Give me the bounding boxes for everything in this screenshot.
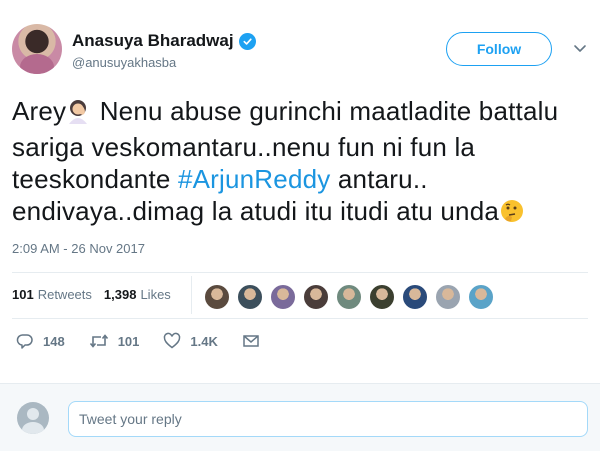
retweet-count: 101	[117, 333, 140, 349]
divider	[12, 272, 588, 273]
follow-button[interactable]: Follow	[446, 32, 552, 66]
reply-bar	[0, 383, 600, 451]
action-bar: 148 101 1.4K	[16, 332, 293, 350]
like-action[interactable]: 1.4K	[163, 332, 218, 350]
chevron-down-icon[interactable]	[572, 40, 588, 56]
reply-input[interactable]	[68, 401, 588, 437]
likes-label[interactable]: Likes	[140, 287, 170, 302]
retweets-label[interactable]: Retweets	[38, 287, 92, 302]
retweets-count[interactable]: 101	[12, 287, 34, 302]
retweet-action[interactable]: 101	[89, 332, 140, 350]
liker-avatar[interactable]	[435, 284, 461, 310]
thinking-face-emoji	[499, 198, 525, 231]
reply-count: 148	[43, 333, 65, 349]
name-row: Anasuya Bharadwaj	[72, 31, 256, 51]
reply-action[interactable]: 148	[16, 332, 65, 350]
liker-avatar[interactable]	[369, 284, 395, 310]
display-name[interactable]: Anasuya Bharadwaj	[72, 31, 234, 51]
retweet-icon	[89, 334, 108, 348]
liker-avatar[interactable]	[468, 284, 494, 310]
heart-icon	[164, 332, 181, 349]
tweet-card: Anasuya Bharadwaj @anusuyakhasba Follow …	[0, 0, 600, 451]
liker-avatar[interactable]	[270, 284, 296, 310]
liker-avatar[interactable]	[237, 284, 263, 310]
like-count: 1.4K	[190, 333, 218, 349]
liker-avatar[interactable]	[402, 284, 428, 310]
user-avatar[interactable]	[12, 24, 62, 74]
hashtag-link[interactable]: #ArjunReddy	[178, 164, 331, 194]
liker-avatar[interactable]	[303, 284, 329, 310]
tweet-text-part: Arey	[12, 96, 67, 126]
current-user-avatar	[17, 402, 49, 434]
engagement-stats: 101 Retweets 1,398 Likes	[12, 287, 183, 302]
direct-message-action[interactable]	[242, 333, 269, 349]
envelope-icon	[243, 335, 259, 347]
liker-avatar[interactable]	[204, 284, 230, 310]
reply-icon	[16, 334, 33, 349]
likes-count[interactable]: 1,398	[104, 287, 137, 302]
tweet-timestamp[interactable]: 2:09 AM - 26 Nov 2017	[12, 241, 145, 256]
divider	[12, 318, 588, 319]
stats-separator	[191, 276, 192, 314]
user-handle[interactable]: @anusuyakhasba	[72, 55, 176, 70]
liker-avatar[interactable]	[336, 284, 362, 310]
likers-avatars	[204, 284, 501, 310]
woman-facepalming-emoji	[66, 98, 92, 131]
tweet-text: Arey Nenu abuse gurinchi maatladite batt…	[12, 95, 592, 231]
verified-badge-icon	[238, 32, 256, 50]
